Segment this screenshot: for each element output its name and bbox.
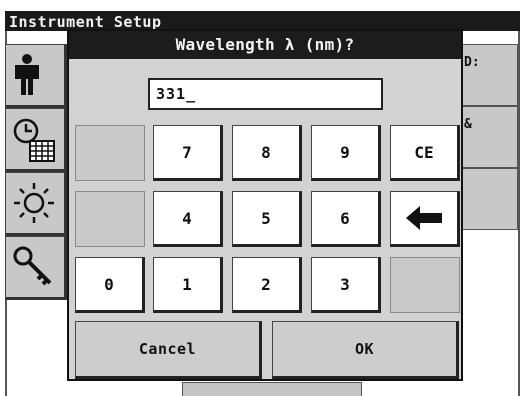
date-time-button[interactable] xyxy=(5,108,67,172)
key-7[interactable]: 7 xyxy=(153,125,223,181)
ok-button[interactable]: OK xyxy=(272,321,459,379)
left-arrow-icon xyxy=(406,206,442,230)
backspace-key[interactable] xyxy=(390,191,460,247)
blank-key xyxy=(75,125,145,181)
key-4[interactable]: 4 xyxy=(153,191,223,247)
operator-id-button[interactable] xyxy=(5,44,67,108)
clock-calendar-icon xyxy=(13,118,55,162)
right-panel-3[interactable] xyxy=(455,168,518,230)
right-panel-1[interactable]: D: xyxy=(455,44,518,106)
key-6[interactable]: 6 xyxy=(311,191,381,247)
right-panel-2[interactable]: & xyxy=(455,106,518,168)
blank-key xyxy=(390,257,460,313)
cancel-button[interactable]: Cancel xyxy=(75,321,262,379)
background-title-bar: Instrument Setup xyxy=(5,11,520,31)
wavelength-dialog: Wavelength λ (nm)? 331_ 7 8 9 CE 4 5 6 0… xyxy=(67,29,463,381)
key-3[interactable]: 3 xyxy=(311,257,381,313)
key-2[interactable]: 2 xyxy=(232,257,302,313)
clear-entry-key[interactable]: CE xyxy=(390,125,460,181)
key-8[interactable]: 8 xyxy=(232,125,302,181)
key-9[interactable]: 9 xyxy=(311,125,381,181)
key-0[interactable]: 0 xyxy=(75,257,145,313)
security-button[interactable] xyxy=(5,236,67,300)
lamp-icon xyxy=(14,183,54,223)
lamp-control-button[interactable] xyxy=(5,172,67,236)
wavelength-entry-field[interactable]: 331_ xyxy=(148,78,383,110)
blank-key xyxy=(75,191,145,247)
key-icon xyxy=(13,246,52,286)
person-icon xyxy=(15,54,39,95)
background-bottom-tab[interactable] xyxy=(182,382,362,396)
key-5[interactable]: 5 xyxy=(232,191,302,247)
dialog-title: Wavelength λ (nm)? xyxy=(69,31,461,59)
key-1[interactable]: 1 xyxy=(153,257,223,313)
